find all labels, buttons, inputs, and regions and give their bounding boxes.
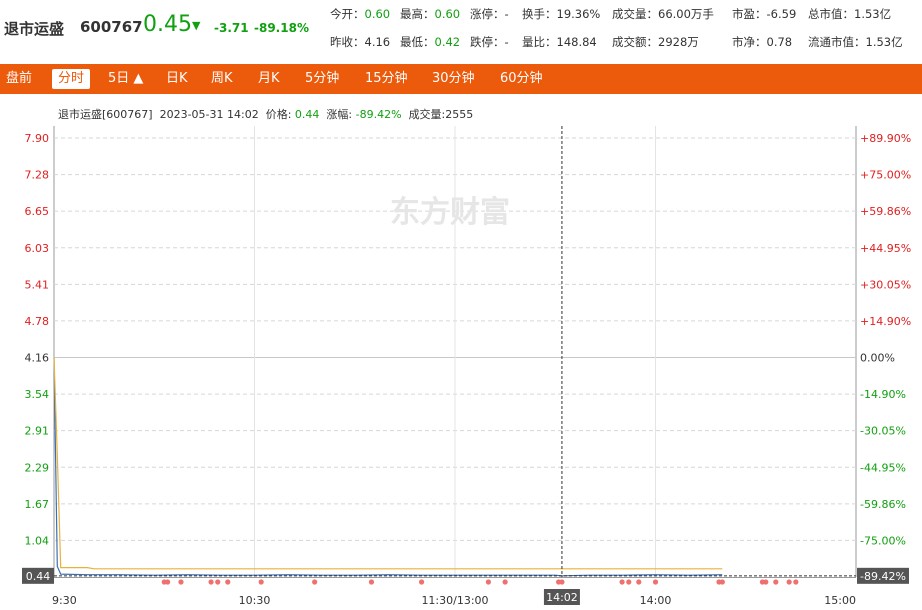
y-tick-label-right: +89.90% xyxy=(860,132,911,145)
y-tick-label-right: -75.00% xyxy=(860,534,906,547)
y-tick-label-left: 7.90 xyxy=(25,132,50,145)
trade-marker xyxy=(619,579,625,585)
trade-marker xyxy=(258,579,264,585)
x-tick-label: 14:00 xyxy=(640,594,672,607)
crosshair-price-label: 0.44 xyxy=(26,570,51,583)
y-tick-label-right: +30.05% xyxy=(860,278,911,291)
trade-marker xyxy=(485,579,492,585)
y-tick-label-left: 4.16 xyxy=(25,352,50,365)
y-tick-label-right: +44.95% xyxy=(860,242,911,255)
trade-marker xyxy=(178,579,184,585)
trade-marker xyxy=(559,579,565,585)
series-line-price xyxy=(53,357,723,577)
trade-marker xyxy=(418,579,425,585)
trade-marker xyxy=(793,579,799,585)
y-tick-label-left: 3.54 xyxy=(25,388,50,401)
y-tick-label-right: +14.90% xyxy=(860,315,911,328)
trade-marker xyxy=(773,579,779,585)
y-tick-label-left: 5.41 xyxy=(25,278,50,291)
trade-marker xyxy=(636,579,642,585)
trade-marker xyxy=(215,579,221,585)
x-tick-label: 9:30 xyxy=(52,594,77,607)
y-tick-label-left: 4.78 xyxy=(25,315,50,328)
y-tick-label-left: 6.65 xyxy=(25,205,50,218)
y-tick-label-right: -44.95% xyxy=(860,461,906,474)
y-tick-label-left: 1.67 xyxy=(25,498,50,511)
watermark-text: 东方财富 xyxy=(390,195,510,230)
trade-marker xyxy=(225,579,231,585)
x-tick-label: 10:30 xyxy=(239,594,271,607)
y-tick-label-left: 7.28 xyxy=(25,169,50,182)
y-tick-label-left: 6.03 xyxy=(25,242,50,255)
trade-marker xyxy=(368,579,375,585)
trade-marker xyxy=(786,579,792,585)
trade-marker xyxy=(165,579,171,585)
y-tick-label-right: -14.90% xyxy=(860,388,906,401)
x-tick-label: 11:30/13:00 xyxy=(421,594,488,607)
y-tick-label-right: -59.86% xyxy=(860,498,906,511)
trade-marker xyxy=(626,579,632,585)
y-tick-label-right: -30.05% xyxy=(860,425,906,438)
trade-marker xyxy=(652,579,659,585)
intraday-chart[interactable]: 7.90 +89.90% 7.28 +75.00% 6.65 +59.86% 6.03 +44… xyxy=(0,0,922,610)
crosshair-pct-label: -89.42% xyxy=(860,570,906,583)
y-tick-label-right: 0.00% xyxy=(860,352,895,365)
trade-marker xyxy=(763,579,769,585)
crosshair-time-label: 14:02 xyxy=(546,591,578,604)
trade-marker xyxy=(502,579,508,585)
series-line-average xyxy=(53,357,723,570)
trade-marker xyxy=(719,579,725,585)
y-tick-label-right: +75.00% xyxy=(860,169,911,182)
x-tick-label: 15:00 xyxy=(824,594,856,607)
y-tick-label-left: 2.91 xyxy=(25,425,50,438)
trade-marker xyxy=(312,579,318,585)
y-tick-label-left: 2.29 xyxy=(25,461,50,474)
y-tick-label-right: +59.86% xyxy=(860,205,911,218)
y-tick-label-left: 1.04 xyxy=(25,534,50,547)
trade-marker xyxy=(208,579,214,585)
